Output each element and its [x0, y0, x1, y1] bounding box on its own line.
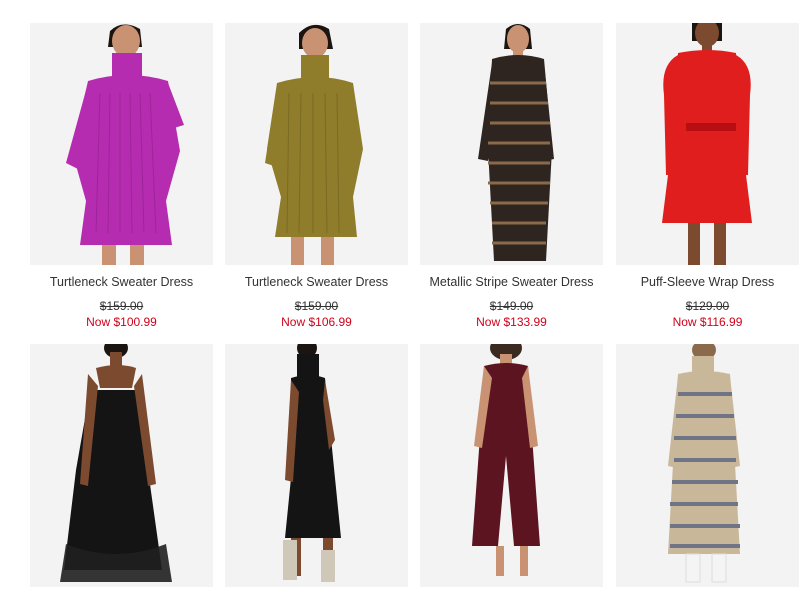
sale-price: Now $106.99 [281, 315, 352, 329]
sale-price: Now $116.99 [672, 315, 743, 329]
product-image[interactable] [225, 23, 408, 265]
product-image[interactable] [616, 23, 799, 265]
product-title[interactable]: Turtleneck Sweater Dress [215, 275, 418, 289]
product-title[interactable]: Puff-Sleeve Wrap Dress [606, 275, 800, 289]
sale-price: Now $100.99 [86, 315, 157, 329]
product-image[interactable] [30, 23, 213, 265]
sale-price: Now $133.99 [476, 315, 547, 329]
product-image[interactable] [616, 344, 799, 587]
original-price: $159.00 [294, 299, 339, 313]
product-title[interactable]: Turtleneck Sweater Dress [20, 275, 223, 289]
product-image[interactable] [30, 344, 213, 587]
product-image[interactable] [420, 344, 603, 587]
product-image[interactable] [225, 344, 408, 587]
product-title[interactable]: Metallic Stripe Sweater Dress [410, 275, 613, 289]
product-image[interactable] [420, 23, 603, 265]
original-price: $129.00 [685, 299, 730, 313]
original-price: $159.00 [99, 299, 144, 313]
original-price: $149.00 [489, 299, 534, 313]
